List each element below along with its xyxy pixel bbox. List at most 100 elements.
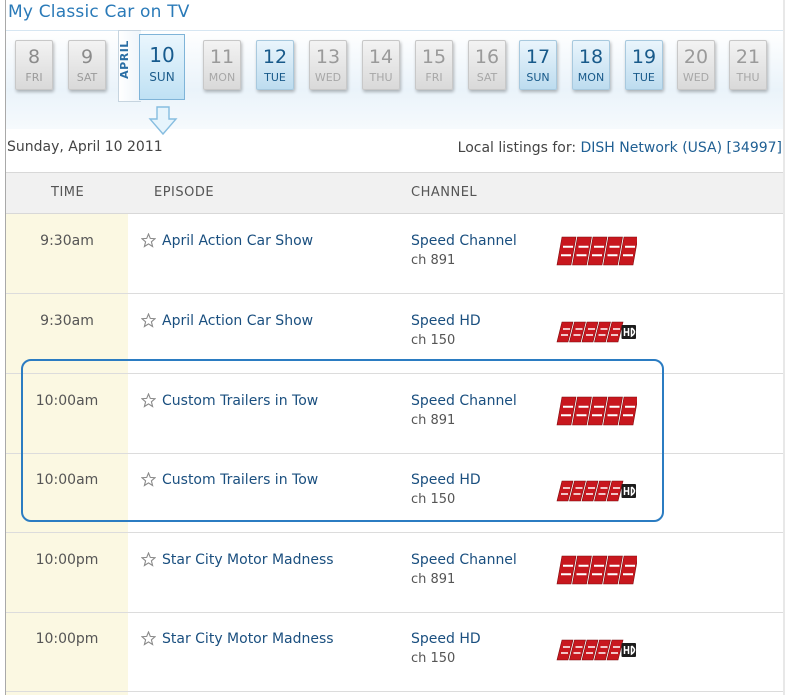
selected-day-weekday: SUN — [149, 70, 175, 84]
channel-number: ch 891 — [411, 413, 456, 428]
day-tile[interactable]: 14 THU — [362, 40, 400, 90]
episode-link[interactable]: April Action Car Show — [162, 233, 313, 249]
airtime: 10:00pm — [35, 552, 99, 568]
selected-day[interactable]: 10 SUN — [139, 34, 185, 100]
table-row: 10:00am Custom Trailers in Tow Speed HD ch … — [6, 452, 783, 533]
day-weekday: MON — [577, 71, 605, 84]
favorite-star-icon[interactable] — [140, 551, 157, 571]
channel-link[interactable]: Speed Channel — [411, 552, 517, 568]
day-tile[interactable]: 11 MON — [203, 40, 241, 90]
header-time: TIME — [51, 185, 85, 200]
day-weekday: FRI — [25, 71, 43, 84]
channel-number: ch 150 — [411, 333, 456, 348]
day-weekday: SUN — [526, 71, 550, 84]
airtime: 9:30am — [40, 233, 94, 249]
day-weekday: TUE — [264, 71, 286, 84]
day-tile[interactable]: 19 TUE — [625, 40, 663, 90]
speed-hd-logo-icon — [556, 480, 636, 502]
channel-link[interactable]: Speed HD — [411, 472, 481, 488]
local-listings: Local listings for: DISH Network (USA) [… — [458, 140, 782, 156]
channel-link[interactable]: Speed Channel — [411, 393, 517, 409]
day-weekday: WED — [314, 71, 342, 84]
day-tile[interactable]: 18 MON — [572, 40, 610, 90]
day-number: 11 — [209, 46, 235, 68]
header-episode: EPISODE — [154, 185, 215, 200]
day-tile[interactable]: 12 TUE — [256, 40, 294, 90]
listing-date: Sunday, April 10 2011 — [7, 139, 163, 155]
channel-number: ch 150 — [411, 492, 456, 507]
day-number: 18 — [578, 46, 604, 68]
day-number: 14 — [368, 46, 394, 68]
month-tab: APRIL — [118, 30, 141, 102]
day-number: 15 — [421, 46, 447, 68]
selected-arrow-icon — [148, 106, 178, 136]
favorite-star-icon[interactable] — [140, 392, 157, 412]
day-weekday: TUE — [633, 71, 655, 84]
day-tile[interactable]: 21 THU — [729, 40, 767, 90]
channel-logo — [555, 321, 637, 347]
table-row: 10:00am Custom Trailers in Tow Speed Chann… — [6, 373, 783, 454]
speed-hd-logo-icon — [556, 639, 636, 661]
episode-link[interactable]: Star City Motor Madness — [162, 631, 334, 647]
table-row: 10:00pm Star City Motor Madness Speed HD ch… — [6, 611, 783, 692]
episode-link[interactable]: Custom Trailers in Tow — [162, 472, 318, 488]
day-number: 12 — [262, 46, 288, 68]
day-tile[interactable]: 16 SAT — [468, 40, 506, 90]
selected-day-number: 10 — [149, 43, 175, 67]
day-tile[interactable]: 15 FRI — [415, 40, 453, 90]
day-number: 19 — [631, 46, 657, 68]
airtime: 10:00pm — [35, 631, 99, 647]
month-label: APRIL — [117, 40, 131, 79]
provider-link[interactable]: DISH Network (USA) [34997] — [581, 140, 782, 156]
local-listings-label: Local listings for: — [457, 140, 577, 156]
channel-logo — [555, 555, 639, 589]
day-weekday: SAT — [76, 71, 98, 84]
page-title: My Classic Car on TV — [8, 2, 190, 22]
channel-link[interactable]: Speed HD — [411, 631, 481, 647]
channel-link[interactable]: Speed HD — [411, 313, 481, 329]
favorite-star-icon[interactable] — [140, 312, 157, 332]
day-number: 9 — [80, 46, 94, 68]
speed-logo-icon — [556, 236, 639, 266]
speed-logo-icon — [556, 396, 639, 426]
day-tile[interactable]: 20 WED — [677, 40, 715, 90]
day-weekday: THU — [736, 71, 760, 84]
channel-link[interactable]: Speed Channel — [411, 233, 517, 249]
favorite-star-icon[interactable] — [140, 471, 157, 491]
day-tile: 9 SAT — [68, 40, 106, 90]
airtime: 10:00am — [35, 393, 99, 409]
airtime: 10:00am — [35, 472, 99, 488]
episode-link[interactable]: Star City Motor Madness — [162, 552, 334, 568]
channel-number: ch 891 — [411, 253, 456, 268]
day-number: 21 — [735, 46, 761, 68]
channel-number: ch 891 — [411, 572, 456, 587]
header-channel: CHANNEL — [411, 185, 478, 200]
day-number: 13 — [315, 46, 341, 68]
day-weekday: SAT — [476, 71, 498, 84]
day-tile[interactable]: 13 WED — [309, 40, 347, 90]
day-weekday: FRI — [425, 71, 443, 84]
favorite-star-icon[interactable] — [140, 232, 157, 252]
table-row: 9:30am April Action Car Show Speed Channel… — [6, 213, 783, 294]
episode-link[interactable]: April Action Car Show — [162, 313, 313, 329]
right-border — [783, 0, 785, 695]
channel-logo — [555, 396, 639, 430]
day-number: 16 — [474, 46, 500, 68]
day-number: 8 — [27, 46, 41, 68]
day-weekday: WED — [682, 71, 710, 84]
speed-logo-icon — [556, 555, 639, 585]
table-header: TIME EPISODE CHANNEL — [6, 173, 783, 214]
day-number: 20 — [683, 46, 709, 68]
table-row: 9:30am April Action Car Show Speed HD ch 15… — [6, 293, 783, 374]
channel-logo — [555, 639, 637, 665]
favorite-star-icon[interactable] — [140, 630, 157, 650]
day-number: 17 — [525, 46, 551, 68]
day-weekday: MON — [208, 71, 236, 84]
day-weekday: THU — [369, 71, 393, 84]
channel-logo — [555, 236, 639, 270]
day-tile[interactable]: 17 SUN — [519, 40, 557, 90]
episode-link[interactable]: Custom Trailers in Tow — [162, 393, 318, 409]
channel-number: ch 150 — [411, 651, 456, 666]
speed-hd-logo-icon — [556, 321, 636, 343]
channel-logo — [555, 480, 637, 506]
